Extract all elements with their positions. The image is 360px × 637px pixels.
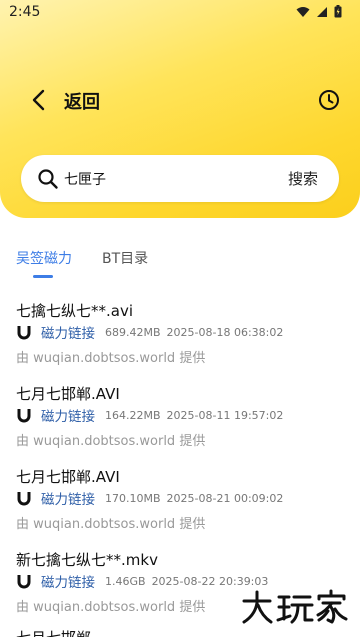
- partial-list-item-title[interactable]: 七月七邯郸...: [16, 627, 105, 637]
- tab-bt-directory[interactable]: BT目录: [102, 248, 148, 268]
- item-title[interactable]: 七月七邯郸.AVI: [16, 466, 120, 487]
- magnet-link[interactable]: 磁力链接: [41, 571, 95, 591]
- app-screen: 2:45 返回 七匣子 搜索 吴签磁力 BT目录 七擒七纵七**.avi 磁力链…: [0, 0, 360, 637]
- file-size: 164.22MB: [105, 408, 161, 422]
- clock-icon[interactable]: [316, 87, 342, 113]
- item-source: 由 wuqian.dobtsos.world 提供: [16, 600, 206, 615]
- item-title[interactable]: 七擒七纵七**.avi: [16, 300, 133, 321]
- magnet-icon: [17, 409, 31, 423]
- chevron-left-icon[interactable]: [28, 88, 50, 112]
- search-input[interactable]: 七匣子: [64, 169, 106, 189]
- watermark-logo: [242, 589, 348, 624]
- item-title[interactable]: 七月七邯郸.AVI: [16, 383, 120, 404]
- search-bar[interactable]: 七匣子 搜索: [21, 155, 339, 202]
- active-tab-indicator: [33, 275, 53, 278]
- item-meta: 磁力链接 164.22MB 2025-08-11 19:57:02: [16, 405, 284, 425]
- wifi-icon: [296, 6, 310, 17]
- magnet-icon: [17, 575, 31, 589]
- file-size: 689.42MB: [105, 325, 161, 339]
- magnet-icon: [17, 492, 31, 506]
- item-source: 由 wuqian.dobtsos.world 提供: [16, 434, 206, 449]
- tab-bar: 吴签磁力 BT目录: [0, 246, 360, 280]
- list-item[interactable]: 七月七邯郸.AVI 磁力链接 164.22MB 2025-08-11 19:57…: [0, 379, 360, 462]
- magnet-link[interactable]: 磁力链接: [41, 322, 95, 342]
- file-date: 2025-08-11 19:57:02: [166, 408, 284, 422]
- item-meta: 磁力链接 689.42MB 2025-08-18 06:38:02: [16, 322, 284, 342]
- search-button[interactable]: 搜索: [288, 168, 318, 189]
- results-list: 七擒七纵七**.avi 磁力链接 689.42MB 2025-08-18 06:…: [0, 296, 360, 628]
- signal-icon: [317, 6, 327, 17]
- item-meta: 磁力链接 1.46GB 2025-08-22 20:39:03: [16, 571, 269, 591]
- item-meta: 磁力链接 170.10MB 2025-08-21 00:09:02: [16, 488, 284, 508]
- back-button[interactable]: 返回: [64, 88, 100, 114]
- item-source: 由 wuqian.dobtsos.world 提供: [16, 517, 206, 532]
- status-icons: [296, 5, 342, 18]
- item-title[interactable]: 新七擒七纵七**.mkv: [16, 549, 158, 570]
- file-date: 2025-08-21 00:09:02: [166, 491, 284, 505]
- tab-wuqian-magnet[interactable]: 吴签磁力: [16, 248, 72, 268]
- file-date: 2025-08-22 20:39:03: [151, 574, 269, 588]
- search-icon: [38, 169, 58, 189]
- magnet-link[interactable]: 磁力链接: [41, 488, 95, 508]
- battery-icon: [334, 5, 342, 18]
- magnet-link[interactable]: 磁力链接: [41, 405, 95, 425]
- nav-row: 返回: [0, 82, 360, 118]
- list-item[interactable]: 七月七邯郸.AVI 磁力链接 170.10MB 2025-08-21 00:09…: [0, 462, 360, 545]
- file-size: 1.46GB: [105, 574, 146, 588]
- list-item[interactable]: 七擒七纵七**.avi 磁力链接 689.42MB 2025-08-18 06:…: [0, 296, 360, 379]
- magnet-icon: [17, 326, 31, 340]
- file-date: 2025-08-18 06:38:02: [166, 325, 284, 339]
- file-size: 170.10MB: [105, 491, 161, 505]
- status-bar: 2:45: [0, 0, 360, 26]
- status-time: 2:45: [9, 4, 41, 20]
- item-source: 由 wuqian.dobtsos.world 提供: [16, 351, 206, 366]
- header-panel: 2:45 返回 七匣子 搜索: [0, 0, 360, 218]
